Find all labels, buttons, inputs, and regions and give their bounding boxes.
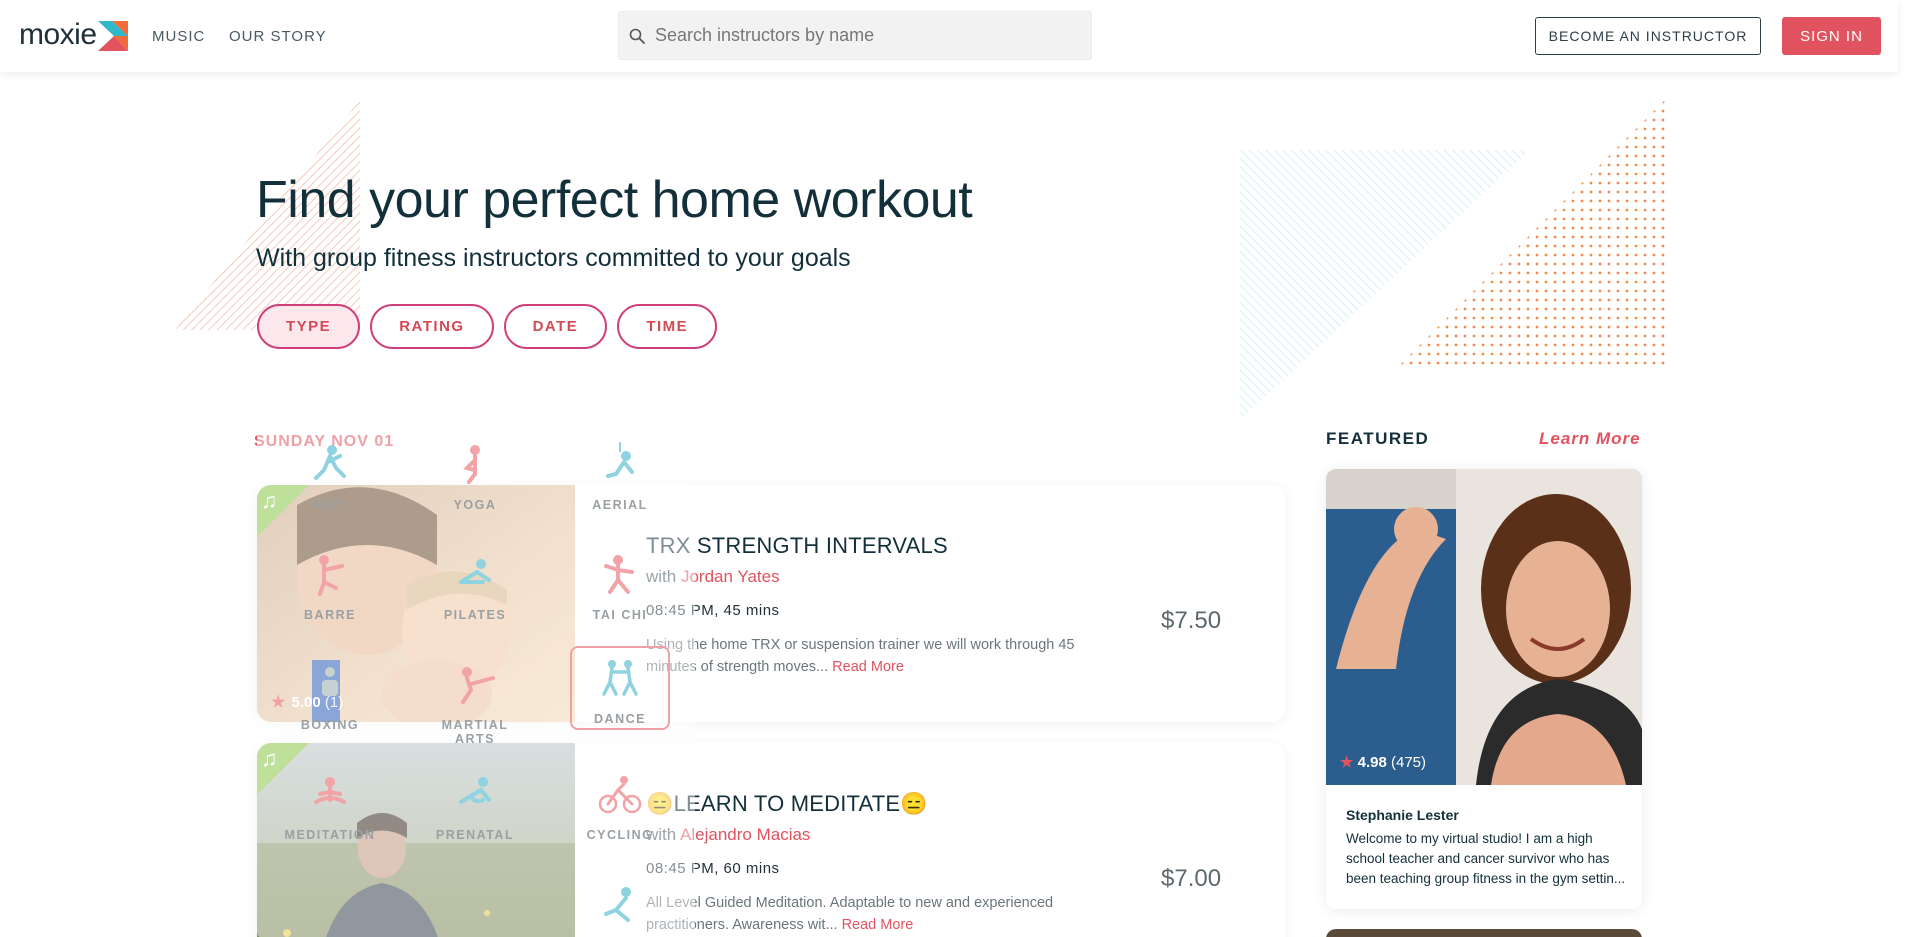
hiit-icon [314,445,346,480]
learn-more-link[interactable]: Learn More [1539,429,1641,449]
dance-icon [602,660,638,696]
type-option-more[interactable] [570,882,670,926]
type-label: CYCLING [586,828,654,842]
type-option-meditation[interactable]: MEDITATION [280,772,380,842]
featured-instructor-name: Stephanie Lester [1346,807,1459,823]
pilates-icon [459,559,491,584]
rating-count: (475) [1391,754,1427,771]
logo-x-icon [97,21,128,51]
type-label: BOXING [300,718,360,732]
nav-music-link[interactable]: MUSIC [152,28,205,45]
boxing-icon [322,667,338,696]
type-option-cycling[interactable]: CYCLING [570,772,670,842]
read-more-link[interactable]: Read More [842,917,914,933]
rating-value: 4.98 [1357,754,1387,771]
featured-heading: FEATURED [1326,429,1430,448]
meditation-icon [314,777,346,804]
filter-type-button[interactable]: TYPE [257,304,361,349]
logo-wordmark: moxie [19,18,97,51]
type-option-tai-chi[interactable]: TAI CHI [570,552,670,622]
class-description: All Level Guided Meditation. Adaptable t… [646,892,1096,936]
filter-bar: TYPE RATING DATE TIME [257,304,718,349]
instructor-link[interactable]: Alejandro Macias [680,825,810,844]
sign-in-button[interactable]: SIGN IN [1782,17,1881,55]
type-label: YOGA [453,498,497,512]
type-label: DANCE [594,712,646,726]
moxie-logo[interactable]: moxie [19,18,128,52]
star-icon: ★ [1340,754,1354,771]
type-option-yoga[interactable]: YOGA [425,442,525,512]
type-label: BARRE [304,608,356,622]
search-icon [629,28,645,44]
top-header: moxie MUSIC OUR STORY BECOME AN INSTRUCT… [0,0,1898,72]
yoga-icon [463,445,480,484]
type-option-hiit[interactable]: HIIT [280,442,380,512]
type-option-prenatal[interactable]: PRENATAL [425,772,525,842]
stretch-icon [604,887,631,922]
filter-rating-button[interactable]: RATING [370,304,494,349]
aerial-icon [606,442,634,478]
decor-dots-triangle [1400,100,1665,365]
type-label: TAI CHI [592,608,648,622]
type-label: AERIAL [592,498,648,512]
type-option-martial-arts[interactable]: MARTIAL ARTS [425,662,525,746]
class-price: $7.00 [1161,865,1222,892]
featured-instructor-photo[interactable]: ★ 4.98 (475) [1326,469,1642,785]
featured-instructor-card-next[interactable] [1326,929,1642,937]
type-label: PRENATAL [435,828,515,842]
search-box[interactable] [618,11,1092,60]
become-instructor-button[interactable]: BECOME AN INSTRUCTOR [1535,17,1761,55]
featured-instructor-card[interactable]: ★ 4.98 (475) Stephanie Lester Welcome to… [1326,469,1642,909]
class-price: $7.50 [1161,607,1222,634]
type-label: MARTIAL ARTS [441,718,509,746]
type-filter-menu: HIIT YOGA AERIAL BARRE PILATES TAI CHI B… [257,398,695,937]
hero-subtitle: With group fitness instructors committed… [256,244,851,272]
tai-chi-icon [604,555,634,594]
search-input[interactable] [655,12,1075,59]
filter-time-button[interactable]: TIME [617,304,718,349]
instructor-photo [1326,469,1642,785]
instructor-link[interactable]: Jordan Yates [681,567,780,586]
type-option-pilates[interactable]: PILATES [425,552,525,622]
class-description: Using the home TRX or suspension trainer… [646,634,1096,678]
nav-our-story-link[interactable]: OUR STORY [229,28,327,45]
type-label: HIIT [315,498,345,512]
featured-instructor-bio: Welcome to my virtual studio! I am a hig… [1346,831,1626,886]
read-more-link[interactable]: Read More [832,659,904,675]
barre-icon [318,555,344,596]
type-option-dance[interactable]: DANCE [570,646,670,730]
type-option-boxing[interactable]: BOXING [280,662,380,732]
filter-date-button[interactable]: DATE [503,304,608,349]
featured-rating: ★ 4.98 (475) [1340,753,1426,771]
type-option-aerial[interactable]: AERIAL [570,442,670,512]
hero-title: Find your perfect home workout [256,171,973,229]
martial-arts-icon [461,667,495,704]
type-label: MEDITATION [284,828,376,842]
type-option-barre[interactable]: BARRE [280,552,380,622]
cycling-icon [598,776,642,814]
prenatal-icon [459,777,491,804]
type-label: PILATES [443,608,507,622]
